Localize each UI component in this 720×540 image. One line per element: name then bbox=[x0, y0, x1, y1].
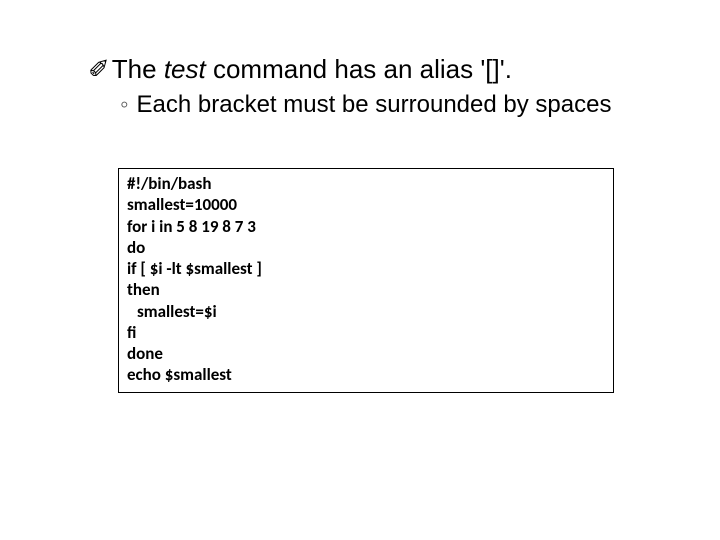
code-line: #!/bin/bash bbox=[127, 173, 605, 194]
bullet-icon: ✐ bbox=[88, 54, 110, 85]
sub-bullet-text: Each bracket must be surrounded by space… bbox=[137, 90, 617, 120]
code-line: echo $smallest bbox=[127, 364, 605, 385]
circle-bullet-icon: ◦ bbox=[120, 90, 129, 120]
code-line: fi bbox=[127, 322, 605, 343]
code-line: smallest=10000 bbox=[127, 194, 605, 215]
code-block: #!/bin/bash smallest=10000 for i in 5 8 … bbox=[118, 168, 614, 393]
code-line: do bbox=[127, 237, 605, 258]
code-line: smallest=$i bbox=[127, 301, 605, 322]
code-line: done bbox=[127, 343, 605, 364]
sub-bullet-line: ◦ Each bracket must be surrounded by spac… bbox=[120, 90, 640, 120]
code-line: then bbox=[127, 279, 605, 300]
code-line: if [ $i -lt $smallest ] bbox=[127, 258, 605, 279]
heading-command: test bbox=[164, 54, 206, 84]
heading-line: ✐The test command has an alias '[]'. bbox=[88, 54, 648, 85]
heading-pre: The bbox=[112, 54, 164, 84]
code-line: for i in 5 8 19 8 7 3 bbox=[127, 216, 605, 237]
slide: ✐The test command has an alias '[]'. ◦ Ea… bbox=[0, 0, 720, 540]
heading-post: command has an alias '[]'. bbox=[206, 54, 512, 84]
